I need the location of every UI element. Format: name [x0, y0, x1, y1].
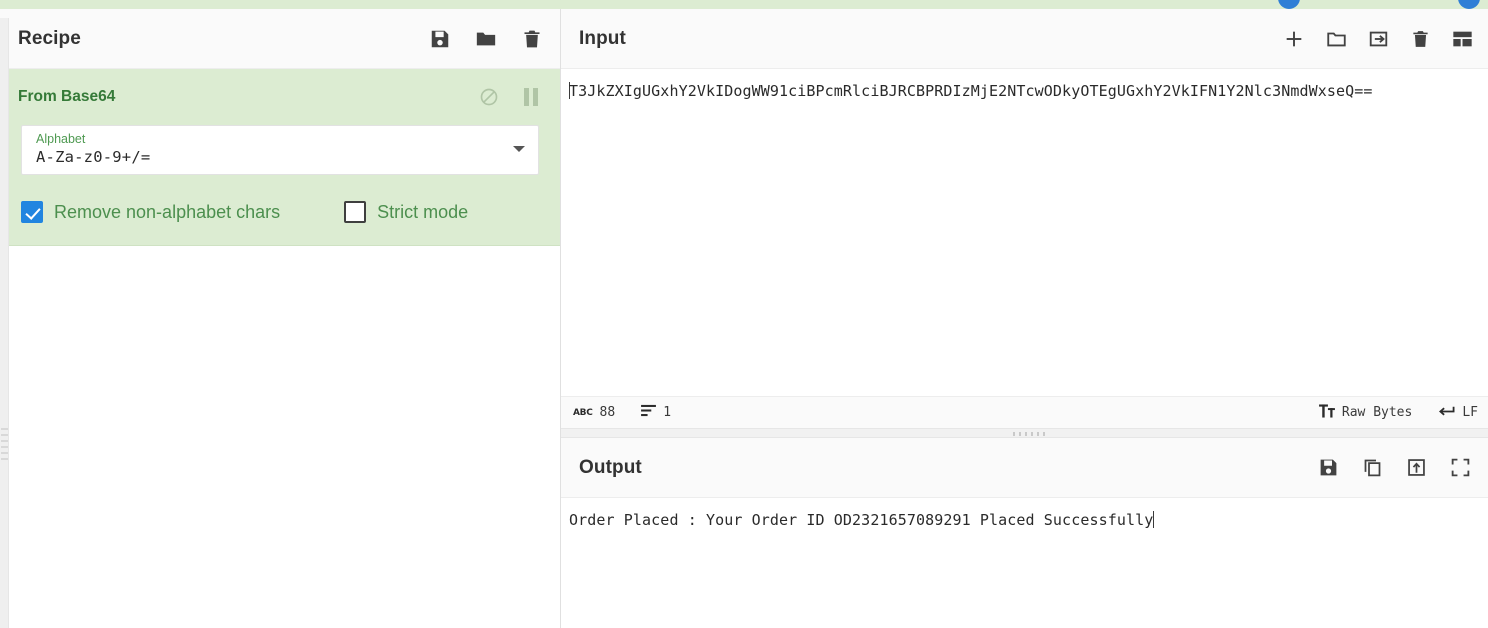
- output-header: Output: [561, 438, 1488, 498]
- download-icon[interactable]: [1278, 0, 1300, 9]
- operation-title: From Base64: [18, 88, 116, 105]
- input-line-ending-status[interactable]: LF: [1438, 404, 1478, 422]
- input-textarea[interactable]: T3JkZXIgUGxhY2VkIDogWW91ciBPcmRlciBJRCBP…: [561, 70, 1488, 396]
- operation-title-row: From Base64: [0, 81, 560, 113]
- left-splitter-column[interactable]: [0, 18, 9, 628]
- character-encoding-icon: [1318, 403, 1335, 422]
- reset-pane-layout-icon[interactable]: [1450, 27, 1474, 51]
- io-splitter[interactable]: [561, 428, 1488, 438]
- recipe-operation-list[interactable]: From Base64 Alphabet A-Za-z0-9+/= Remove…: [0, 69, 560, 628]
- checkbox-box-unchecked[interactable]: [344, 201, 367, 223]
- output-header-actions: [1316, 438, 1472, 497]
- operation-controls: [478, 81, 542, 113]
- save-recipe-icon[interactable]: [428, 27, 452, 51]
- input-title: Input: [579, 27, 626, 49]
- clear-recipe-icon[interactable]: [520, 27, 544, 51]
- left-splitter-grip[interactable]: [1, 428, 8, 460]
- strict-mode-checkbox[interactable]: Strict mode: [344, 201, 468, 223]
- input-status-bar: ABC 88 1 Raw Bytes LF: [561, 396, 1488, 428]
- output-line[interactable]: Order Placed : Your Order ID OD232165708…: [561, 499, 1488, 531]
- maximise-output-icon[interactable]: [1448, 456, 1472, 480]
- chevron-down-icon[interactable]: [513, 146, 525, 152]
- cyberchef-app: Recipe From Base64 Alphabet A-Za-z0-9+/=…: [0, 0, 1488, 628]
- input-length-value: 88: [599, 405, 616, 420]
- add-input-tab-icon[interactable]: [1282, 27, 1306, 51]
- load-recipe-icon[interactable]: [474, 27, 498, 51]
- output-text: Order Placed : Your Order ID OD232165708…: [569, 511, 1154, 529]
- disable-operation-icon[interactable]: [478, 86, 500, 108]
- output-textarea[interactable]: Order Placed : Your Order ID OD232165708…: [561, 499, 1488, 628]
- input-encoding-status[interactable]: Raw Bytes: [1318, 403, 1413, 422]
- operation-checkboxes: Remove non-alphabet chars Strict mode: [0, 201, 560, 223]
- remove-non-alphabet-chars-checkbox[interactable]: Remove non-alphabet chars: [21, 201, 280, 223]
- input-lines-status[interactable]: 1: [641, 404, 671, 421]
- input-line[interactable]: T3JkZXIgUGxhY2VkIDogWW91ciBPcmRlciBJRCBP…: [561, 70, 1488, 102]
- output-title: Output: [579, 456, 642, 478]
- help-icon[interactable]: [1458, 0, 1480, 9]
- recipe-empty-area[interactable]: [0, 246, 560, 586]
- alphabet-value: A-Za-z0-9+/=: [36, 148, 151, 166]
- input-text: T3JkZXIgUGxhY2VkIDogWW91ciBPcmRlciBJRCBP…: [569, 82, 1373, 100]
- checkbox-box-checked[interactable]: [21, 201, 43, 223]
- input-encoding-value: Raw Bytes: [1341, 405, 1413, 420]
- top-toolbar-sliver: [0, 0, 1488, 9]
- open-file-icon[interactable]: [1324, 27, 1348, 51]
- io-pane: Input T3JkZXIgUGxhY2VkIDogWW91ciBPcmRlci…: [561, 9, 1488, 628]
- recipe-title: Recipe: [18, 27, 81, 49]
- abc-icon: ABC: [573, 407, 593, 418]
- clear-input-icon[interactable]: [1408, 27, 1432, 51]
- remove-non-alphabet-chars-label: Remove non-alphabet chars: [54, 201, 281, 222]
- save-output-icon[interactable]: [1316, 456, 1340, 480]
- input-section: Input T3JkZXIgUGxhY2VkIDogWW91ciBPcmRlci…: [561, 9, 1488, 428]
- input-status-right: Raw Bytes LF: [1293, 403, 1478, 422]
- alphabet-select[interactable]: Alphabet A-Za-z0-9+/=: [21, 125, 539, 175]
- output-caret: [1153, 511, 1155, 528]
- set-breakpoint-icon[interactable]: [520, 86, 542, 108]
- recipe-header: Recipe: [0, 9, 560, 69]
- line-count-icon: [641, 404, 657, 421]
- recipe-header-actions: [428, 9, 544, 68]
- input-length-status[interactable]: ABC 88: [573, 405, 615, 420]
- copy-output-icon[interactable]: [1360, 456, 1384, 480]
- io-splitter-grip[interactable]: [1013, 432, 1049, 436]
- strict-mode-label: Strict mode: [377, 201, 469, 222]
- input-header-actions: [1282, 9, 1474, 68]
- line-ending-icon: [1438, 404, 1455, 422]
- replace-input-icon[interactable]: [1404, 456, 1428, 480]
- recipe-pane: Recipe From Base64 Alphabet A-Za-z0-9+/=…: [0, 9, 561, 628]
- input-lines-value: 1: [663, 405, 672, 420]
- recipe-operation-from-base64[interactable]: From Base64 Alphabet A-Za-z0-9+/= Remove…: [0, 69, 560, 246]
- open-folder-icon[interactable]: [1366, 27, 1390, 51]
- input-header: Input: [561, 9, 1488, 69]
- top-toolbar-left: [0, 0, 561, 9]
- alphabet-label: Alphabet: [36, 132, 86, 146]
- input-line-ending-value: LF: [1462, 405, 1478, 420]
- output-section: Output Order Placed: Your Order ID OD23…: [561, 438, 1488, 628]
